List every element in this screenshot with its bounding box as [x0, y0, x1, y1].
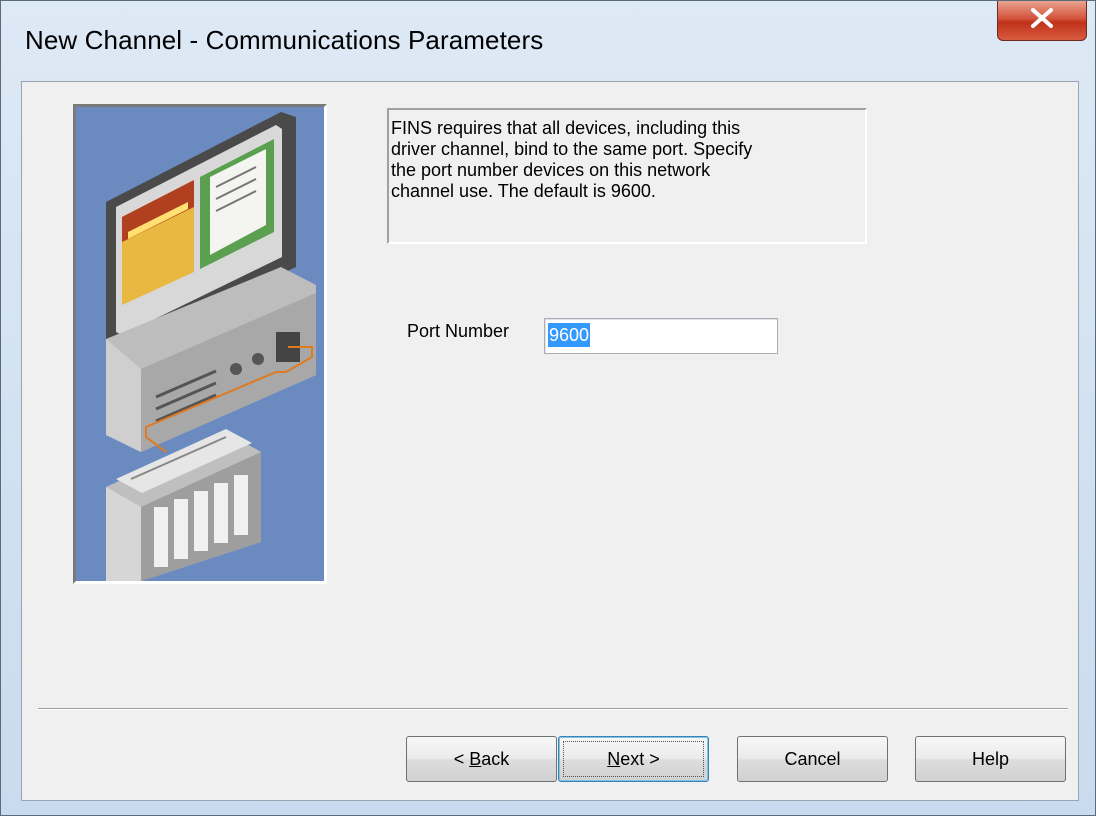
description-box: FINS requires that all devices, includin… — [387, 108, 867, 244]
window-title: New Channel - Communications Parameters — [25, 25, 544, 55]
computer-network-plc-illustration — [73, 104, 327, 584]
dialog-client-area: FINS requires that all devices, includin… — [21, 81, 1079, 801]
port-number-label: Port Number — [407, 321, 510, 341]
help-button-label: Help — [971, 748, 1010, 769]
description-line: channel use. The default is 9600. — [391, 181, 656, 201]
port-number-value: 9600 — [548, 323, 591, 347]
title-bar[interactable]: New Channel - Communications Parameters — [1, 1, 1095, 81]
dialog-window: New Channel - Communications Parameters — [0, 0, 1096, 816]
cancel-button[interactable]: Cancel — [737, 736, 888, 782]
next-button-label: Next > — [607, 748, 660, 769]
next-button[interactable]: Next > — [558, 736, 709, 782]
back-button-label: < Back — [453, 748, 510, 769]
close-icon — [1029, 7, 1055, 34]
button-separator — [38, 708, 1068, 710]
cancel-button-label: Cancel — [784, 748, 841, 769]
description-line: FINS requires that all devices, includin… — [391, 118, 741, 138]
back-button[interactable]: < Back — [406, 736, 557, 782]
port-number-input[interactable]: 9600 — [544, 318, 778, 354]
description-line: the port number devices on this network — [391, 160, 711, 180]
help-button[interactable]: Help — [915, 736, 1066, 782]
description-line: driver channel, bind to the same port. S… — [391, 139, 753, 159]
close-button[interactable] — [997, 1, 1087, 41]
